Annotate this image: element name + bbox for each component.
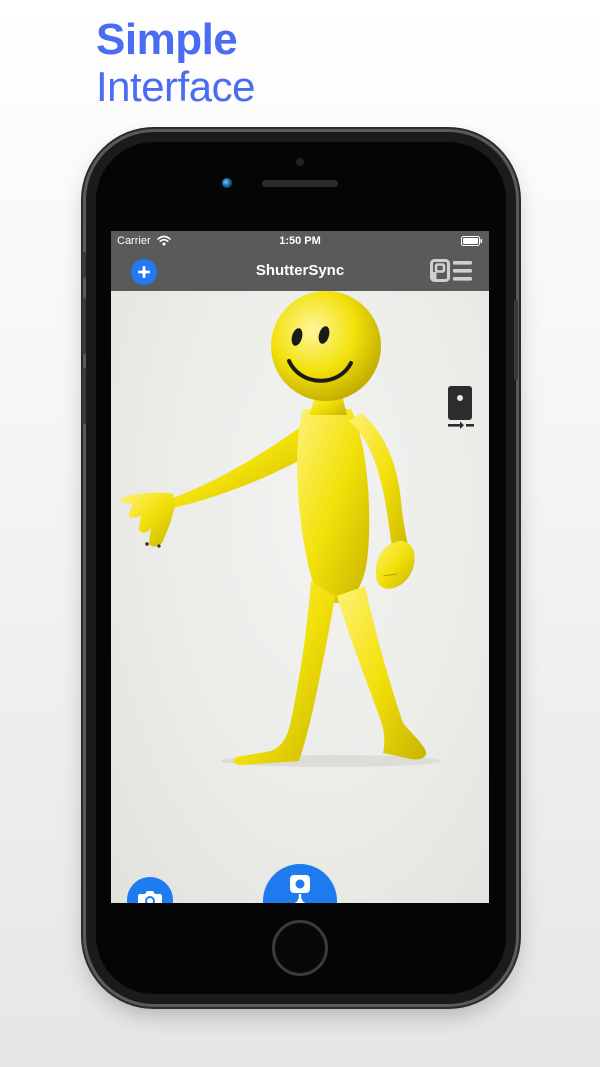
device-switch-icon[interactable] bbox=[446, 386, 474, 430]
power-button bbox=[514, 300, 518, 380]
promo-headline: Simple Interface bbox=[96, 18, 255, 108]
promo-title-line2: Interface bbox=[96, 63, 255, 110]
earpiece-speaker bbox=[262, 180, 338, 187]
pe-menu-icon[interactable] bbox=[430, 259, 472, 283]
promo-title-line1: Simple bbox=[96, 15, 238, 64]
camera-icon bbox=[138, 891, 162, 903]
status-time: 1:50 PM bbox=[279, 235, 321, 247]
volume-down-button bbox=[82, 368, 86, 424]
status-bar: Carrier 1:50 PM bbox=[111, 231, 489, 251]
front-camera bbox=[222, 178, 232, 188]
battery-icon bbox=[461, 236, 483, 246]
navigation-bar: ShutterSync bbox=[111, 251, 489, 291]
smiley-figure-photo bbox=[120, 291, 441, 767]
volume-up-button bbox=[82, 298, 86, 354]
multi-camera-sync-icon bbox=[290, 875, 310, 903]
home-button[interactable] bbox=[272, 920, 328, 976]
camera-preview[interactable] bbox=[111, 291, 489, 903]
proximity-sensor bbox=[296, 158, 304, 166]
mute-switch bbox=[82, 252, 86, 278]
app-screen: Carrier 1:50 PM ShutterSync bbox=[111, 231, 489, 903]
